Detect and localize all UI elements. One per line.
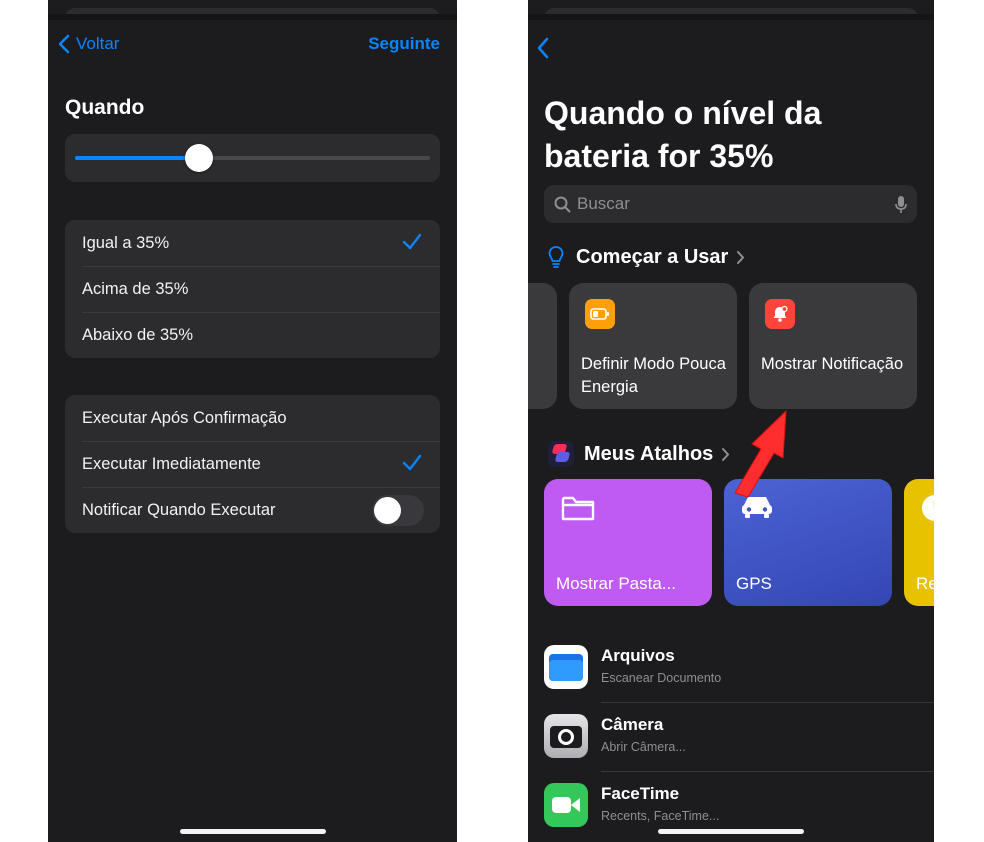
shortcut-label: Mostrar Pasta...: [556, 574, 676, 593]
divider: [601, 771, 934, 772]
option-label: Executar Imediatamente: [82, 454, 261, 473]
files-app-icon: [544, 645, 588, 689]
lightbulb-icon: [548, 246, 564, 268]
battery-icon: [585, 299, 615, 329]
app-subtitle: Recents, FaceTime...: [601, 809, 720, 823]
execution-options-list: Executar Após Confirmação Executar Imedi…: [65, 395, 440, 533]
divider: [601, 702, 934, 703]
chevron-left-icon: [58, 34, 70, 54]
bell-icon: [765, 299, 795, 329]
option-above[interactable]: Acima de 35%: [65, 266, 440, 312]
suggestion-card-low-power[interactable]: Definir Modo Pouca Energia: [569, 283, 737, 409]
checkmark-icon: [402, 454, 422, 471]
search-input[interactable]: Buscar: [544, 185, 917, 223]
search-placeholder: Buscar: [577, 194, 630, 213]
sheet-shadow: [48, 14, 457, 20]
battery-level-slider[interactable]: [75, 144, 430, 172]
option-below[interactable]: Abaixo de 35%: [65, 312, 440, 358]
shortcuts-app-icon: [548, 441, 574, 467]
search-icon: [554, 196, 571, 212]
option-notify-when-run: Notificar Quando Executar: [65, 487, 440, 533]
left-screen: Voltar Seguinte Quando Igual a 35% Acima…: [48, 0, 457, 842]
section-title: Quando: [65, 96, 145, 119]
home-indicator[interactable]: [658, 829, 804, 834]
suggestion-label: Mostrar Notificação: [761, 355, 904, 373]
option-label: Executar Após Confirmação: [82, 408, 287, 427]
microphone-icon[interactable]: [895, 195, 907, 214]
back-chevron-icon[interactable]: [536, 36, 550, 60]
slider-fill: [75, 156, 200, 160]
section-heading: Começar a Usar: [576, 245, 729, 268]
next-button[interactable]: Seguinte: [368, 34, 440, 54]
app-name: FaceTime: [601, 784, 680, 803]
annotation-arrow-icon: [734, 410, 787, 498]
my-shortcuts-header[interactable]: Meus Atalhos: [548, 441, 730, 467]
facetime-app-icon: [544, 783, 588, 827]
app-row-files[interactable]: Arquivos Escanear Documento: [544, 645, 934, 714]
section-heading: Meus Atalhos: [584, 442, 714, 465]
checkmark-icon: [402, 233, 422, 250]
condition-options-list: Igual a 35% Acima de 35% Abaixo de 35%: [65, 220, 440, 358]
sheet-shadow: [528, 14, 934, 20]
app-name: Arquivos: [601, 646, 675, 665]
app-name: Câmera: [601, 715, 664, 734]
camera-app-icon: [544, 714, 588, 758]
slider-thumb[interactable]: [185, 144, 214, 172]
chevron-right-icon: [737, 250, 745, 264]
shortcut-label: GPS: [736, 574, 772, 593]
home-indicator[interactable]: [180, 829, 326, 834]
shortcut-card-show-folder[interactable]: Mostrar Pasta...: [544, 479, 712, 606]
suggestion-card-partial[interactable]: [528, 283, 557, 409]
notify-toggle[interactable]: [372, 495, 424, 526]
shortcut-card-partial[interactable]: Re: [904, 479, 934, 606]
back-button[interactable]: Voltar: [58, 34, 119, 54]
option-run-after-confirmation[interactable]: Executar Após Confirmação: [65, 395, 440, 441]
option-equal[interactable]: Igual a 35%: [65, 220, 440, 266]
app-subtitle: Abrir Câmera...: [601, 740, 686, 754]
toggle-knob: [374, 497, 401, 524]
page-title: Quando o nível da bateria for 35%: [544, 95, 822, 174]
folder-icon: [561, 496, 595, 521]
option-label: Abaixo de 35%: [82, 325, 193, 344]
option-label: Acima de 35%: [82, 279, 189, 298]
battery-level-slider-card: [65, 134, 440, 182]
option-label: Notificar Quando Executar: [82, 500, 276, 519]
app-row-camera[interactable]: Câmera Abrir Câmera...: [544, 714, 934, 783]
getting-started-header[interactable]: Começar a Usar: [548, 245, 745, 269]
app-subtitle: Escanear Documento: [601, 671, 722, 685]
suggestion-card-show-notification[interactable]: Mostrar Notificação: [749, 283, 917, 409]
back-label: Voltar: [76, 34, 120, 53]
shortcut-label: Re: [916, 574, 934, 593]
option-run-immediately[interactable]: Executar Imediatamente: [65, 441, 440, 487]
option-label: Igual a 35%: [82, 233, 170, 252]
clock-icon: [922, 495, 934, 521]
suggestion-label: Definir Modo Pouca Energia: [581, 355, 726, 396]
